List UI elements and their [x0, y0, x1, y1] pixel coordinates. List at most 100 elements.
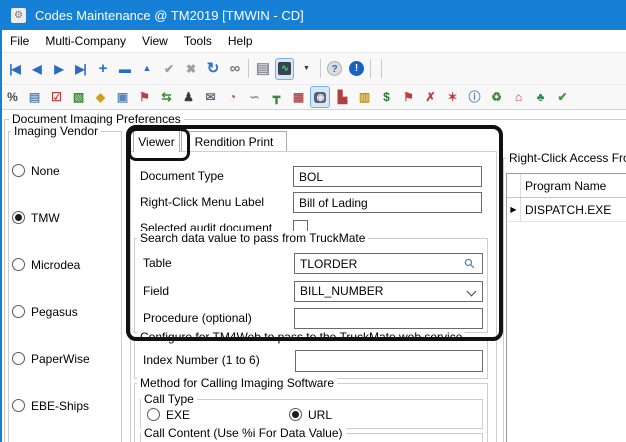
- navigator-toolbar: |◀◀▶▶|+▬▲✔✖↻∞ ▤∿▼ ?!: [0, 52, 626, 84]
- package-icon[interactable]: ▥: [355, 87, 373, 107]
- mail-icon[interactable]: ✉: [201, 87, 219, 107]
- menu-label-input[interactable]: [293, 192, 482, 213]
- imaging-vendor-label: Imaging Vendor: [11, 124, 101, 138]
- menu-item[interactable]: Help: [220, 34, 261, 48]
- gauge-icon[interactable]: ◔: [223, 87, 241, 107]
- radio-icon: [12, 164, 25, 177]
- imaging-vendor-options: None TMW Microdea Pegasus: [12, 163, 90, 413]
- call-type-option-label: URL: [308, 408, 332, 422]
- index-number-label: Index Number (1 to 6): [143, 353, 260, 367]
- grid-header-marker-cell: [507, 174, 521, 197]
- recycle-icon[interactable]: ♻: [487, 87, 505, 107]
- document-type-input[interactable]: [293, 166, 482, 187]
- tab-viewer[interactable]: Viewer: [133, 130, 180, 152]
- next-record-icon[interactable]: ▶: [50, 59, 67, 79]
- data-monitor-icon[interactable]: ∿: [276, 59, 293, 79]
- radio-icon: [12, 399, 25, 412]
- radio-icon: [12, 352, 25, 365]
- node-icon[interactable]: ✶: [443, 87, 461, 107]
- chevron-down-icon: [467, 287, 477, 297]
- approve-icon[interactable]: ✔: [553, 87, 571, 107]
- insert-record-icon[interactable]: +: [94, 59, 111, 79]
- about-icon[interactable]: !: [348, 59, 365, 79]
- invoice-icon[interactable]: $: [377, 87, 395, 107]
- menu-item[interactable]: File: [2, 34, 37, 48]
- procedure-input[interactable]: [294, 308, 483, 329]
- menu-item[interactable]: Multi-Company: [37, 34, 134, 48]
- toolbar-separator: [320, 59, 321, 78]
- call-type-label: Call Type: [141, 392, 197, 406]
- prior-record-icon[interactable]: ◀: [28, 59, 45, 79]
- first-record-icon[interactable]: |◀: [6, 59, 23, 79]
- home-icon[interactable]: ⌂: [509, 87, 527, 107]
- title-bar: ⚙ Codes Maintenance @ TM2019 [TMWIN - CD…: [0, 0, 626, 30]
- toolbar-separator: [381, 59, 382, 78]
- field-combobox[interactable]: BILL_NUMBER: [294, 281, 483, 302]
- imaging-camera-icon[interactable]: ◉: [311, 87, 329, 107]
- vendor-option-label: None: [31, 164, 60, 178]
- radio-icon: [147, 408, 160, 421]
- right-click-access-groupbox: Right-Click Access Fro Program Name ▶ DI…: [503, 158, 626, 442]
- security-shield-icon[interactable]: ◆: [91, 87, 109, 107]
- delete-record-icon[interactable]: ▬: [116, 59, 133, 79]
- refresh-icon[interactable]: ↻: [204, 59, 221, 79]
- call-content-groupbox: Call Content (Use %i For Data Value): [140, 433, 483, 442]
- last-record-icon[interactable]: ▶|: [72, 59, 89, 79]
- menu-item[interactable]: Tools: [176, 34, 220, 48]
- app-icon: ⚙: [11, 8, 26, 23]
- menu-item[interactable]: View: [134, 34, 176, 48]
- vendor-radio-option[interactable]: PaperWise: [12, 351, 90, 366]
- copy-check-icon[interactable]: ▣: [113, 87, 131, 107]
- toolbar-separator: [370, 59, 371, 78]
- milestone-flag-icon[interactable]: ⚑: [399, 87, 417, 107]
- post-edit-icon[interactable]: ✔: [160, 59, 177, 79]
- orgchart-icon[interactable]: ┳: [267, 87, 285, 107]
- method-group-label: Method for Calling Imaging Software: [137, 376, 337, 390]
- menu-label-label: Right-Click Menu Label: [140, 195, 264, 209]
- node-delete-icon[interactable]: ✗: [421, 87, 439, 107]
- call-type-radio-option[interactable]: EXE: [147, 407, 289, 422]
- help-icon[interactable]: ?: [326, 59, 343, 79]
- monitor-dropdown-icon[interactable]: ▼: [298, 59, 315, 79]
- right-click-access-label: Right-Click Access Fro: [506, 151, 626, 165]
- edit-record-icon[interactable]: ▲: [138, 59, 155, 79]
- driver-icon[interactable]: ♟: [179, 87, 197, 107]
- radio-icon: [289, 408, 302, 421]
- dump-truck-icon[interactable]: ▙: [333, 87, 351, 107]
- vendor-radio-option[interactable]: None: [12, 163, 90, 178]
- cancel-edit-icon[interactable]: ✖: [182, 59, 199, 79]
- calendar-icon[interactable]: ▦: [289, 87, 307, 107]
- vendor-radio-option[interactable]: Pegasus: [12, 304, 90, 319]
- index-number-input[interactable]: [295, 350, 483, 372]
- tree-icon[interactable]: ♣: [531, 87, 549, 107]
- codes-maintenance-window: ⚙ Codes Maintenance @ TM2019 [TMWIN - CD…: [0, 0, 626, 442]
- vendor-option-label: Microdea: [31, 258, 80, 272]
- print-icon[interactable]: ▤: [254, 59, 271, 79]
- window-title: Codes Maintenance @ TM2019 [TMWIN - CD]: [35, 8, 304, 23]
- window-border-left: [0, 30, 2, 442]
- vendor-radio-option[interactable]: Microdea: [12, 257, 90, 272]
- vendor-option-label: Pegasus: [31, 305, 78, 319]
- radio-icon: [12, 305, 25, 318]
- percent-icon[interactable]: %: [3, 87, 21, 107]
- report-icon[interactable]: ▤: [25, 87, 43, 107]
- radio-icon: [12, 211, 25, 224]
- hitch-icon[interactable]: ∽: [245, 87, 263, 107]
- audit-checklist-icon[interactable]: ☑: [47, 87, 65, 107]
- call-type-option-label: EXE: [166, 408, 190, 422]
- flag-icon[interactable]: ⚑: [135, 87, 153, 107]
- transfer-icon[interactable]: ⇆: [157, 87, 175, 107]
- doc-info-icon[interactable]: ⓘ: [465, 87, 483, 107]
- find-icon[interactable]: ∞: [226, 59, 243, 79]
- vendor-radio-option[interactable]: EBE-Ships: [12, 398, 90, 413]
- grid-header-program-name[interactable]: Program Name: [521, 174, 610, 197]
- field-label: Field: [143, 284, 169, 298]
- table-row[interactable]: ▶ DISPATCH.EXE: [507, 198, 626, 222]
- document-type-label: Document Type: [140, 169, 224, 183]
- tab-rendition-print[interactable]: Rendition Print: [181, 131, 287, 151]
- chart-icon[interactable]: ▧: [69, 87, 87, 107]
- call-type-options: EXE URL: [147, 407, 431, 422]
- vendor-radio-option[interactable]: TMW: [12, 210, 90, 225]
- table-input[interactable]: [294, 253, 483, 274]
- call-type-radio-option[interactable]: URL: [289, 407, 431, 422]
